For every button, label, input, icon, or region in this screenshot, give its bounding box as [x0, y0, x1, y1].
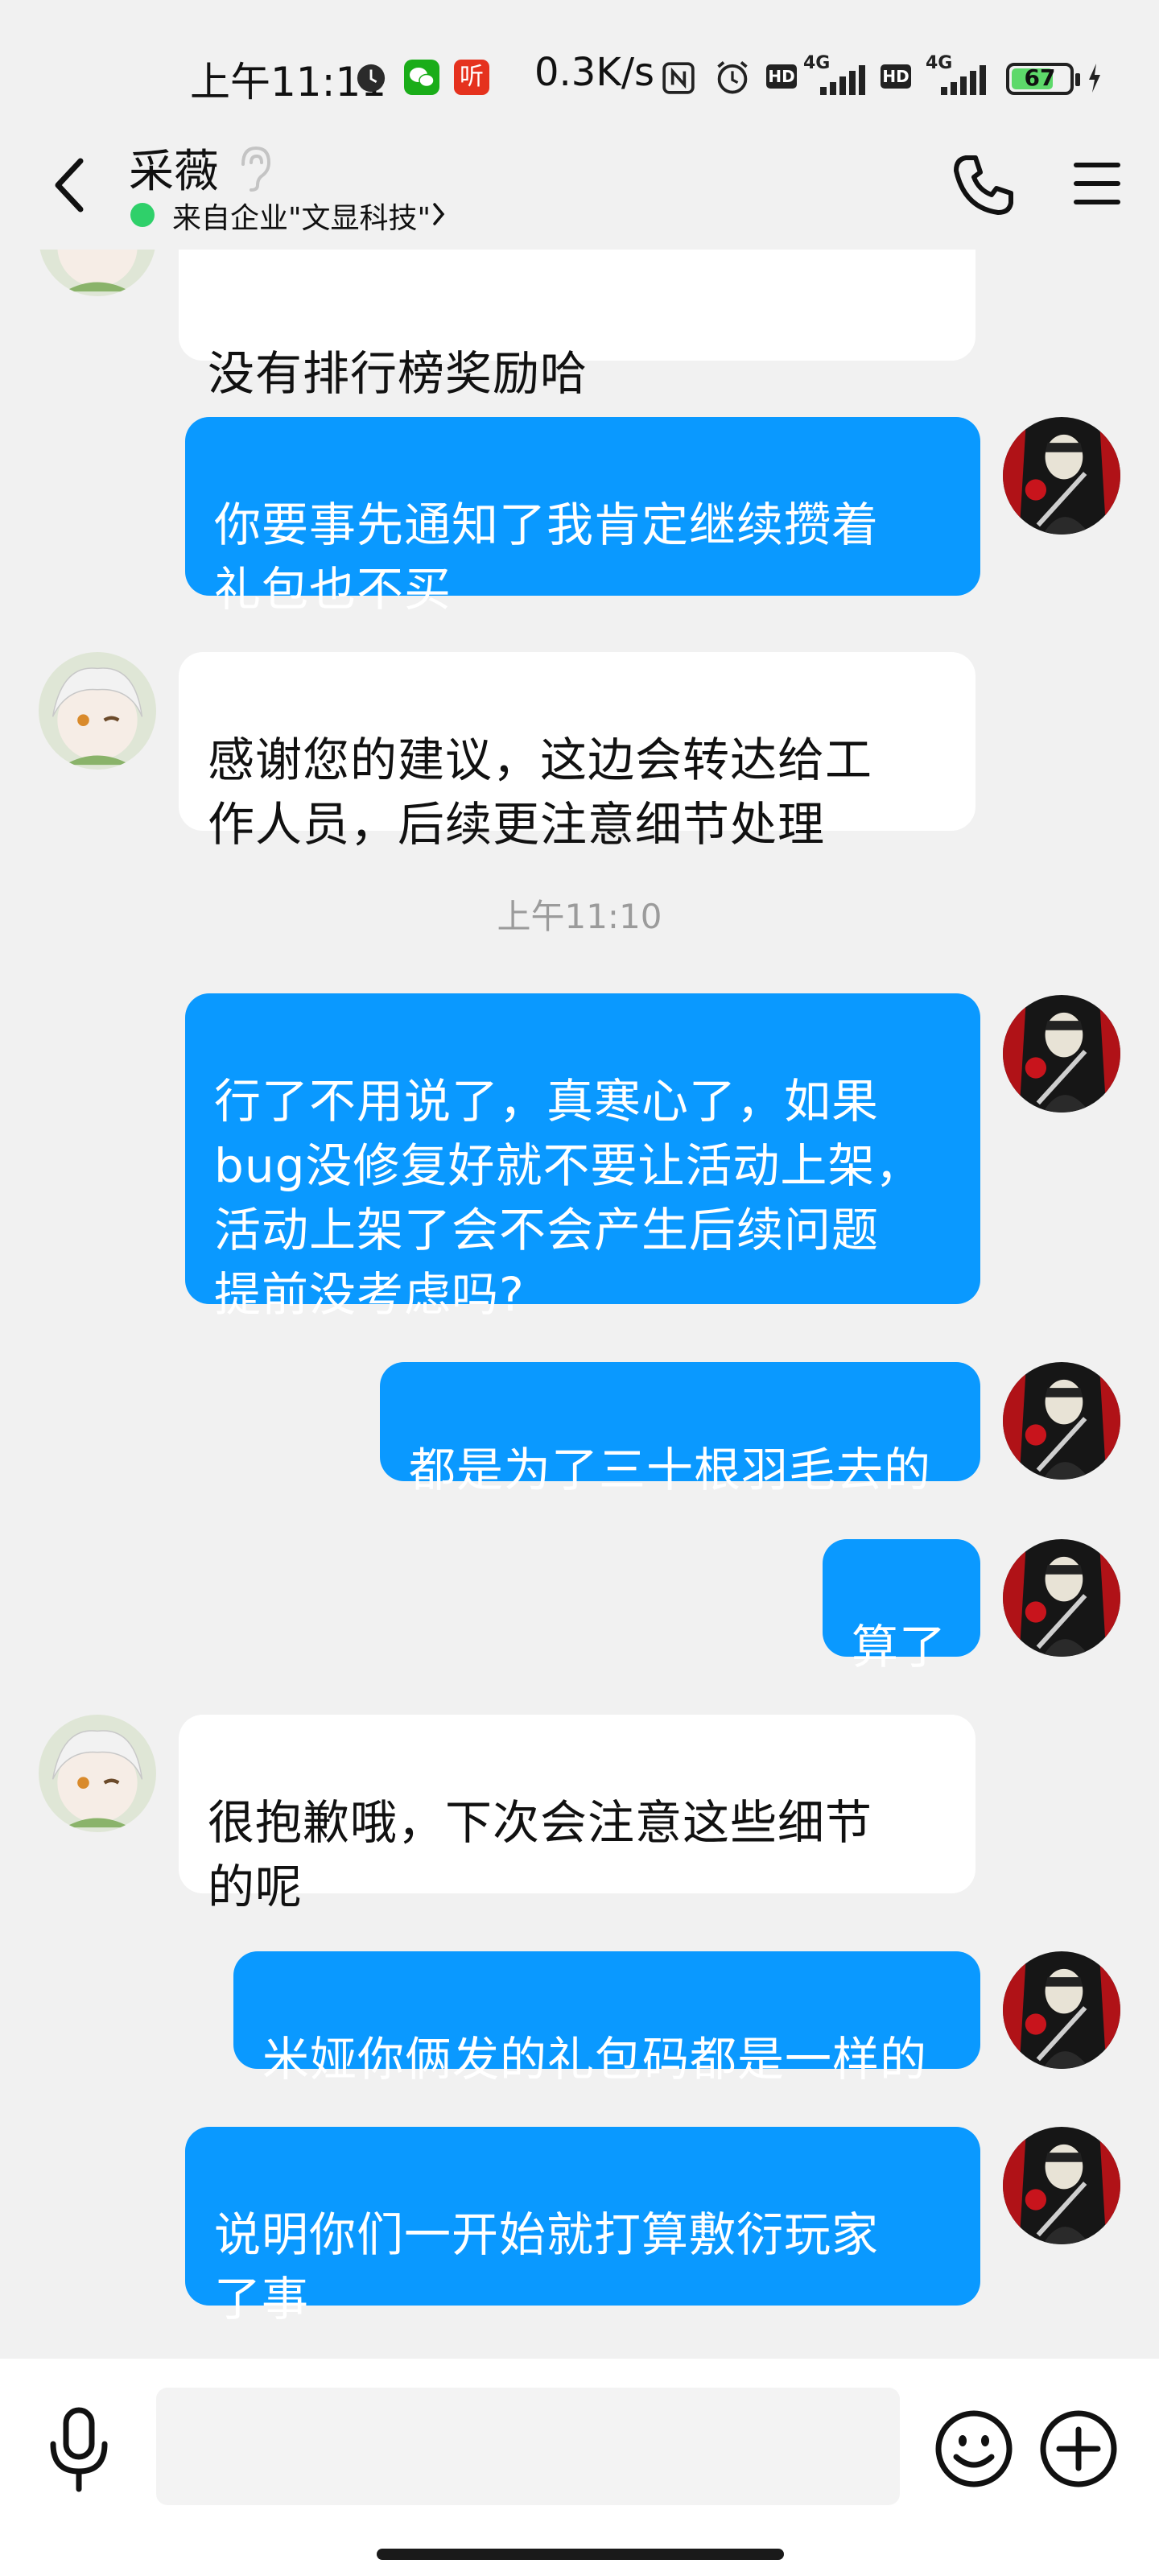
user-avatar-image	[1003, 1539, 1120, 1657]
message-timestamp: 上午11:10	[497, 897, 662, 936]
user-avatar-image	[1003, 995, 1120, 1113]
signal-icon	[820, 65, 865, 95]
wechat-icon	[404, 60, 439, 95]
menu-icon[interactable]	[1070, 159, 1124, 208]
ear-icon[interactable]	[235, 143, 274, 192]
message-bubble-outgoing[interactable]: 米娅你俩发的礼包码都是一样的	[233, 1951, 980, 2087]
listen-app-label: 听	[460, 63, 484, 91]
user-avatar-image	[1003, 2127, 1120, 2244]
back-arrow-icon[interactable]	[45, 153, 93, 217]
phone-icon[interactable]	[950, 151, 1017, 219]
plus-icon[interactable]	[1038, 2409, 1119, 2489]
hd-badge: HD	[766, 64, 797, 89]
user-avatar[interactable]	[1003, 2127, 1120, 2244]
message-text: 都是为了三十根羽毛去的	[409, 1443, 932, 1497]
message-bubble-outgoing[interactable]: 说明你们一开始就打算敷衍玩家 了事	[185, 2127, 980, 2326]
message-bubble-outgoing[interactable]: 都是为了三十根羽毛去的	[380, 1362, 980, 1497]
contact-avatar[interactable]	[39, 652, 156, 770]
message-text: 说明你们一开始就打算敷衍玩家 了事	[214, 2207, 880, 2326]
alarm-icon	[717, 60, 748, 94]
contact-name[interactable]: 采薇	[129, 135, 219, 200]
online-status-dot	[130, 203, 155, 227]
chevron-right-icon[interactable]	[431, 201, 446, 227]
message-text: 很抱歉哦，下次会注意这些细节 的呢	[208, 1795, 873, 1914]
user-avatar-image	[1003, 417, 1120, 535]
message-bubble-incoming[interactable]: 感谢您的建议，这边会转达给工 作人员，后续更注意细节处理	[179, 652, 975, 852]
signal-icon	[941, 65, 986, 95]
message-text: 行了不用说了，真寒心了，如果 bug没修复好就不要让活动上架， 活动上架了会不会…	[214, 1074, 923, 1322]
nfc-icon	[662, 62, 695, 94]
contact-avatar-image	[39, 1715, 156, 1832]
user-avatar-image	[1003, 1951, 1120, 2069]
user-avatar-image	[1003, 1362, 1120, 1480]
message-text: 感谢您的建议，这边会转达给工 作人员，后续更注意细节处理	[208, 733, 873, 852]
clock-app-icon	[357, 64, 386, 93]
user-avatar[interactable]	[1003, 995, 1120, 1113]
user-avatar[interactable]	[1003, 1539, 1120, 1657]
listen-app-icon: 听	[454, 60, 489, 95]
message-input-bar	[0, 2359, 1159, 2576]
message-bubble-outgoing[interactable]: 算了	[823, 1539, 980, 1674]
message-input[interactable]	[156, 2388, 900, 2505]
battery-icon: 67	[1006, 63, 1080, 95]
chat-message-list[interactable]: 没有排行榜奖励哈 你要事先通知了我肯定继续攒着 礼包也不买 感谢您的建议，这边会…	[0, 0, 1159, 2359]
charging-icon	[1089, 64, 1100, 93]
company-label[interactable]: 来自企业"文显科技"	[172, 195, 431, 237]
message-bubble-incoming[interactable]: 很抱歉哦，下次会注意这些细节 的呢	[179, 1715, 975, 1914]
emoji-icon[interactable]	[934, 2409, 1014, 2489]
contact-avatar-image	[39, 652, 156, 770]
message-text: 算了	[852, 1620, 947, 1674]
message-text: 你要事先通知了我肯定继续攒着 礼包也不买	[214, 497, 880, 617]
chat-header: 采薇 来自企业"文显科技"	[0, 129, 1159, 250]
home-indicator[interactable]	[377, 2549, 784, 2560]
microphone-icon[interactable]	[42, 2405, 116, 2494]
hd-label: HD	[768, 67, 795, 86]
hd-label: HD	[882, 67, 909, 86]
battery-level: 67	[1024, 64, 1056, 91]
network-speed: 0.3K/s	[534, 50, 654, 95]
message-bubble-outgoing[interactable]: 行了不用说了，真寒心了，如果 bug没修复好就不要让活动上架， 活动上架了会不会…	[185, 993, 980, 1322]
user-avatar[interactable]	[1003, 1951, 1120, 2069]
hd-badge: HD	[881, 64, 911, 89]
message-text: 米娅你俩发的礼包码都是一样的	[262, 2032, 928, 2087]
user-avatar[interactable]	[1003, 417, 1120, 535]
user-avatar[interactable]	[1003, 1362, 1120, 1480]
status-bar: 上午11:11 听 0.3K/s HD 4G HD 4G 67	[0, 0, 1159, 129]
message-bubble-outgoing[interactable]: 你要事先通知了我肯定继续攒着 礼包也不买	[185, 417, 980, 617]
message-text: 没有排行榜奖励哈	[208, 346, 588, 401]
contact-avatar[interactable]	[39, 1715, 156, 1832]
